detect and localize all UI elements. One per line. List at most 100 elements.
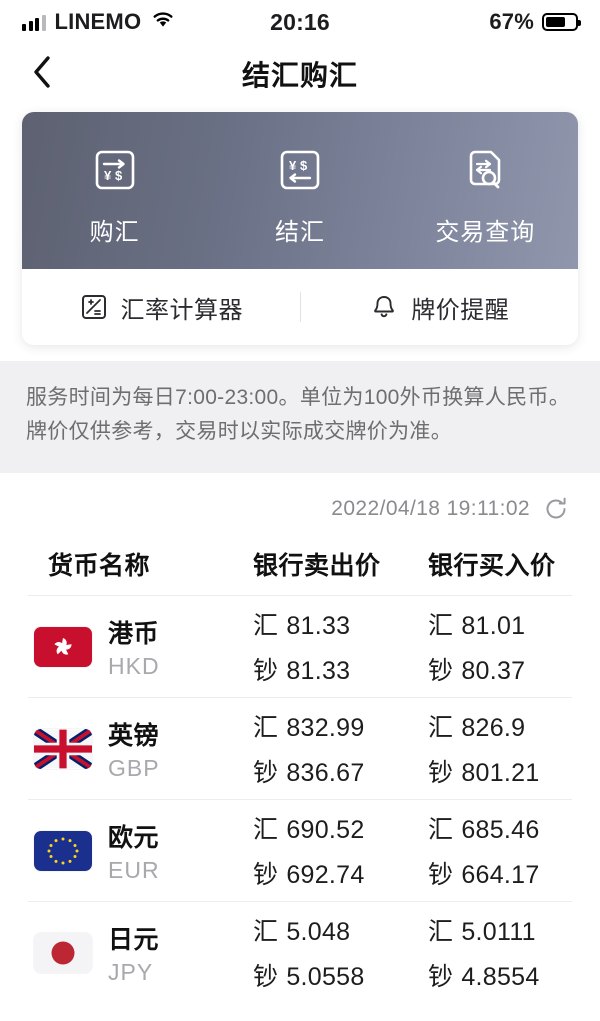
notice-line-2: 牌价仅供参考，交易时以实际成交牌价为准。 [26,420,452,443]
sell-wire-rate: 汇 5.048 [253,912,428,948]
wire-label: 汇 [253,918,279,946]
status-bar: LINEMO 20:16 67% [0,0,600,44]
currency-code: GBP [108,754,160,781]
cash-label: 钞 [428,963,454,991]
status-bar-right: 67% [330,9,582,35]
buy-cash-rate: 钞 4.8554 [428,957,600,993]
status-bar-clock: 20:16 [270,8,330,35]
action-card-wrapper: ¥ $ 购汇 ¥ $ 结汇 交易查询 汇率计算器 牌价提醒 [0,104,600,345]
buy-cash-rate: 钞 80.37 [428,651,600,687]
transaction-query-icon [459,144,511,196]
buy-price-cell: 汇 685.46 钞 664.17 [428,810,600,891]
header-bank-buy-price: 银行买入价 [428,552,556,580]
sell-price-cell: 汇 832.99 钞 836.67 [253,708,428,789]
table-row[interactable]: 英镑 GBP 汇 832.99 钞 836.67 汇 826.9 钞 801.21 [0,698,600,799]
buy-cash-rate: 钞 664.17 [428,855,600,891]
table-row[interactable]: 日元 JPY 汇 5.048 钞 5.0558 汇 5.0111 钞 4.8554 [0,902,600,1003]
currency-text: 欧元 EUR [108,818,160,884]
header-bank-sell-price: 银行卖出价 [253,552,381,580]
value: 664.17 [461,861,540,889]
currency-code: HKD [108,652,160,679]
buy-wire-rate: 汇 685.46 [428,810,600,846]
currency-cell: 港币 HKD [34,614,253,680]
action-card-bottom: 汇率计算器 牌价提醒 [22,269,578,345]
link-rate-calculator[interactable]: 汇率计算器 [22,290,300,325]
buy-price-cell: 汇 81.01 钞 80.37 [428,606,600,687]
cash-label: 钞 [253,963,279,991]
wire-label: 汇 [253,612,279,640]
buy-wire-rate: 汇 81.01 [428,606,600,642]
buy-cash-rate: 钞 801.21 [428,753,600,789]
calculator-icon [79,292,109,322]
sell-wire-rate: 汇 690.52 [253,810,428,846]
table-header: 货币名称 银行卖出价 银行买入价 [0,533,600,595]
link-label: 汇率计算器 [120,296,243,324]
notice-line-1: 服务时间为每日7:00-23:00。单位为100外币换算人民币。 [26,386,571,409]
cash-label: 钞 [428,657,454,685]
wifi-icon [150,9,176,35]
currency-text: 日元 JPY [108,920,159,986]
currency-cell: 欧元 EUR [34,818,253,884]
value: 4.8554 [461,963,540,991]
united-kingdom-flag [34,728,92,769]
wire-label: 汇 [428,816,454,844]
value: 826.9 [461,714,526,742]
sell-price-cell: 汇 81.33 钞 81.33 [253,606,428,687]
timestamp-label: 2022/04/18 19:11:02 [331,497,530,520]
cash-label: 钞 [253,657,279,685]
action-label: 交易查询 [435,219,536,246]
currency-cell: 英镑 GBP [34,716,253,782]
wire-label: 汇 [428,612,454,640]
action-card-top: ¥ $ 购汇 ¥ $ 结汇 交易查询 [22,112,578,269]
cash-label: 钞 [428,861,454,889]
wire-label: 汇 [253,816,279,844]
svg-text:¥: ¥ [289,158,297,173]
bell-icon [369,292,399,322]
cash-label: 钞 [253,759,279,787]
settle-foreign-currency-icon: ¥ $ [274,144,326,196]
value: 5.048 [286,918,351,946]
currency-text: 港币 HKD [108,614,160,680]
currency-code: JPY [108,958,154,985]
page-title: 结汇购汇 [241,60,358,91]
wire-label: 汇 [428,918,454,946]
carrier-label: LINEMO [54,9,142,34]
action-label: 购汇 [89,219,140,246]
svg-text:¥: ¥ [104,168,112,183]
hong-kong-flag [34,626,92,667]
sell-wire-rate: 汇 81.33 [253,606,428,642]
value: 81.01 [461,612,526,640]
value: 685.46 [461,816,540,844]
header-currency-name: 货币名称 [48,552,151,580]
back-button[interactable] [20,52,64,96]
timestamp-row: 2022/04/18 19:11:02 [0,473,600,533]
refresh-icon[interactable] [542,495,570,523]
table-row[interactable]: 欧元 EUR 汇 690.52 钞 692.74 汇 685.46 钞 664.17 [0,800,600,901]
sell-cash-rate: 钞 836.67 [253,753,428,789]
buy-wire-rate: 汇 5.0111 [428,912,600,948]
value: 690.52 [286,816,365,844]
action-transaction-query[interactable]: 交易查询 [393,144,578,247]
table-row[interactable]: 港币 HKD 汇 81.33 钞 81.33 汇 81.01 钞 80.37 [0,596,600,697]
buy-price-cell: 汇 5.0111 钞 4.8554 [428,912,600,993]
sell-price-cell: 汇 690.52 钞 692.74 [253,810,428,891]
value: 5.0111 [461,918,536,946]
currency-text: 英镑 GBP [108,716,160,782]
currency-name: 日元 [108,925,160,954]
action-settle-foreign-currency[interactable]: ¥ $ 结汇 [207,144,392,247]
buy-foreign-currency-icon: ¥ $ [89,144,141,196]
battery-icon [542,13,582,31]
japan-flag [34,932,92,973]
value: 692.74 [286,861,365,889]
sell-cash-rate: 钞 692.74 [253,855,428,891]
action-card: ¥ $ 购汇 ¥ $ 结汇 交易查询 汇率计算器 牌价提醒 [22,112,578,345]
action-label: 结汇 [274,219,325,246]
link-price-alert[interactable]: 牌价提醒 [301,290,579,325]
european-union-flag [34,830,92,871]
battery-percent-label: 67% [489,9,535,34]
currency-cell: 日元 JPY [34,920,253,986]
value: 5.0558 [286,963,365,991]
value: 832.99 [286,714,365,742]
action-buy-foreign-currency[interactable]: ¥ $ 购汇 [22,144,207,247]
currency-name: 港币 [108,619,160,648]
